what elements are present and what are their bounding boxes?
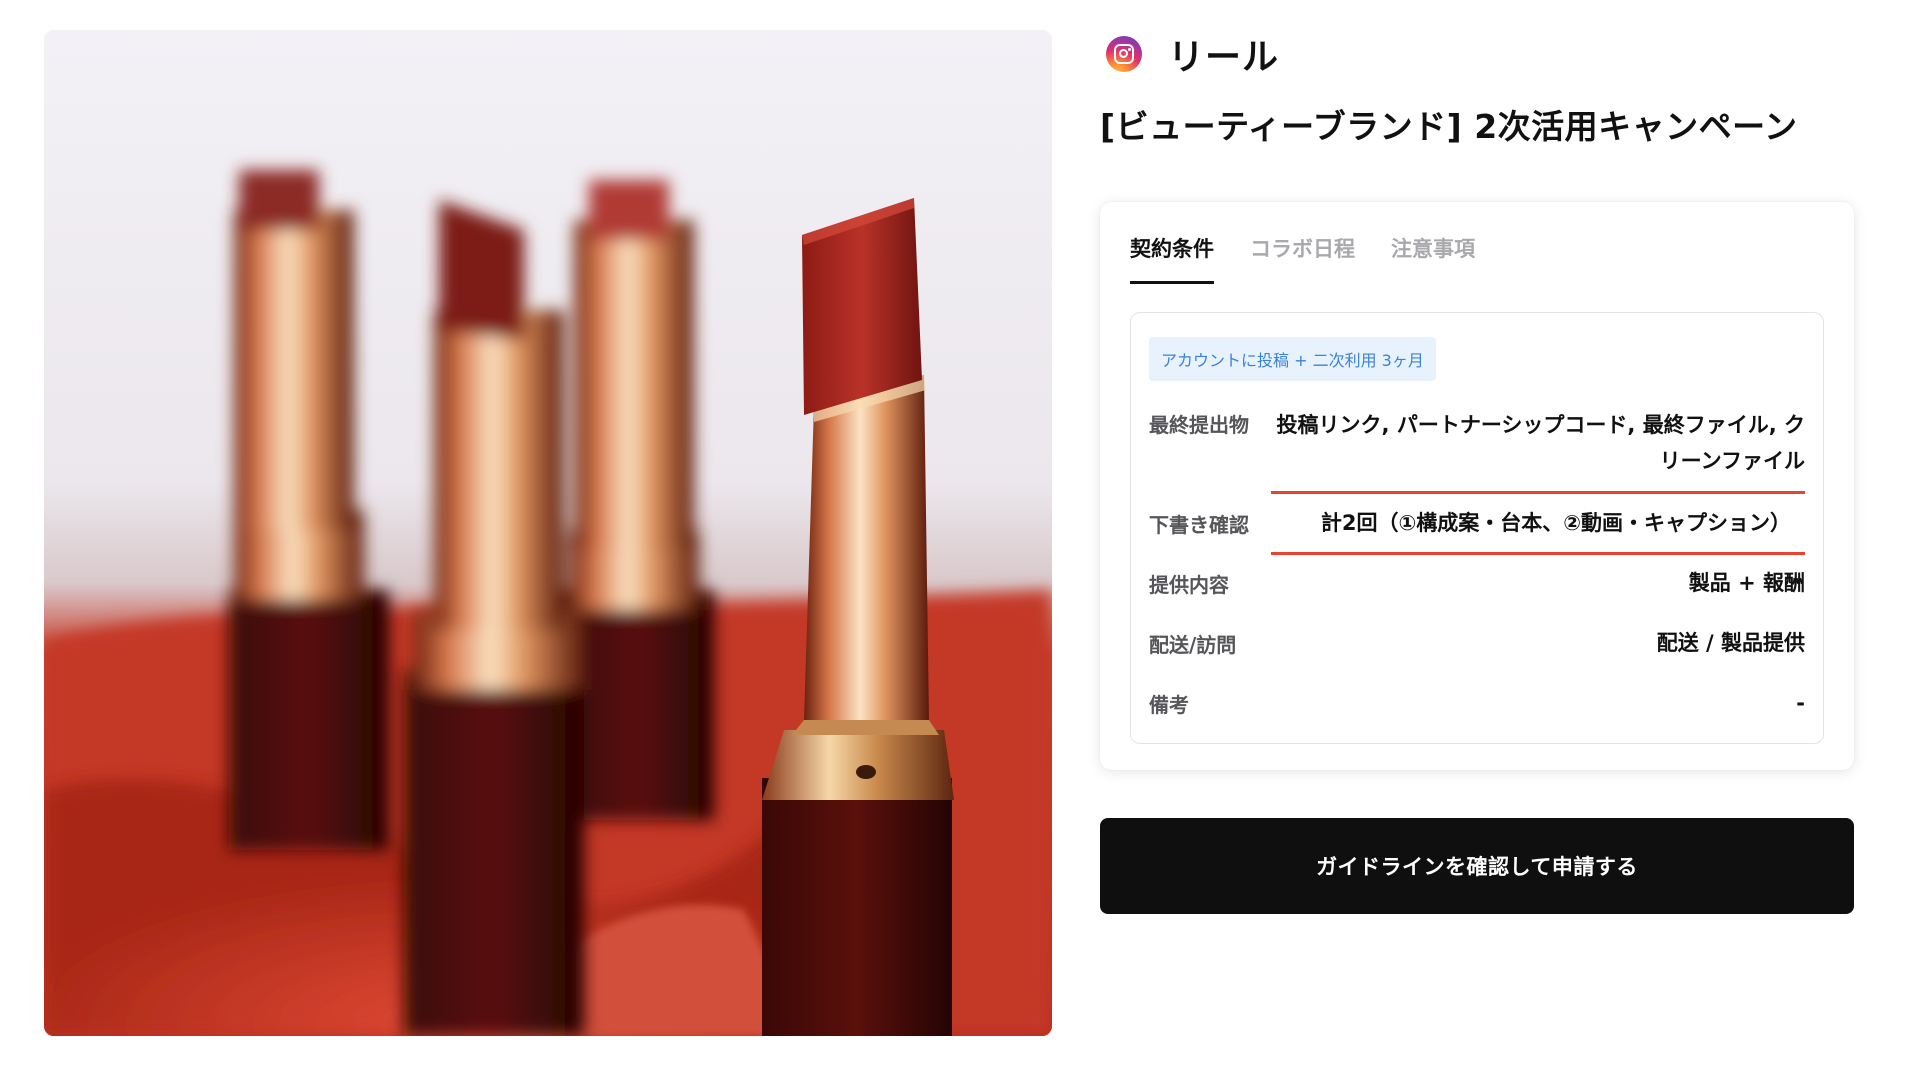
tab-bar: 契約条件 コラボ日程 注意事項 — [1130, 230, 1824, 312]
term-value: 計2回（①構成案・台本、②動画・キャプション） — [1320, 511, 1791, 535]
term-value: 製品 + 報酬 — [1688, 571, 1805, 595]
term-value: - — [1796, 691, 1805, 715]
campaign-info-panel: リール [ビューティーブランド] 2次活用キャンペーン 契約条件 コラボ日程 注… — [1100, 30, 1854, 914]
term-label: 配送/訪問 — [1149, 632, 1237, 657]
term-value: 投稿リンク, パートナーシップコード, 最終ファイル, クリーンファイル — [1276, 413, 1805, 473]
terms-box: アカウントに投稿 + 二次利用 3ヶ月 最終提出物 投稿リンク, パートナーシッ… — [1130, 312, 1824, 744]
term-value: 配送 / 製品提供 — [1656, 631, 1805, 655]
term-label: 最終提出物 — [1149, 413, 1249, 437]
product-photo — [44, 30, 1052, 1036]
instagram-icon — [1106, 36, 1142, 72]
term-label: 提供内容 — [1149, 572, 1229, 597]
term-row-delivery: 配送/訪問 配送 / 製品提供 — [1149, 613, 1805, 673]
usage-badge: アカウントに投稿 + 二次利用 3ヶ月 — [1149, 337, 1436, 381]
term-label: 下書き確認 — [1149, 512, 1249, 537]
platform-label: リール — [1168, 37, 1280, 78]
term-row-deliverables: 最終提出物 投稿リンク, パートナーシップコード, 最終ファイル, クリーンファ… — [1149, 407, 1805, 494]
tab-contract-terms[interactable]: 契約条件 — [1130, 230, 1214, 284]
tab-collab-schedule[interactable]: コラボ日程 — [1250, 230, 1355, 284]
terms-card: 契約条件 コラボ日程 注意事項 アカウントに投稿 + 二次利用 3ヶ月 最終提出… — [1100, 202, 1854, 770]
campaign-title: [ビューティーブランド] 2次活用キャンペーン — [1100, 107, 1798, 146]
term-row-offer: 提供内容 製品 + 報酬 — [1149, 553, 1805, 613]
term-row-draft-review: 下書き確認 計2回（①構成案・台本、②動画・キャプション） — [1149, 493, 1805, 555]
apply-button[interactable]: ガイドラインを確認して申請する — [1100, 818, 1854, 914]
lipstick-photo-illustration — [44, 30, 1052, 1036]
tab-notes[interactable]: 注意事項 — [1391, 230, 1475, 284]
term-row-remarks: 備考 - — [1149, 673, 1805, 733]
campaign-detail-page: リール [ビューティーブランド] 2次活用キャンペーン 契約条件 コラボ日程 注… — [0, 0, 1908, 1076]
platform-header: リール — [1100, 30, 1854, 78]
term-label: 備考 — [1149, 692, 1189, 717]
